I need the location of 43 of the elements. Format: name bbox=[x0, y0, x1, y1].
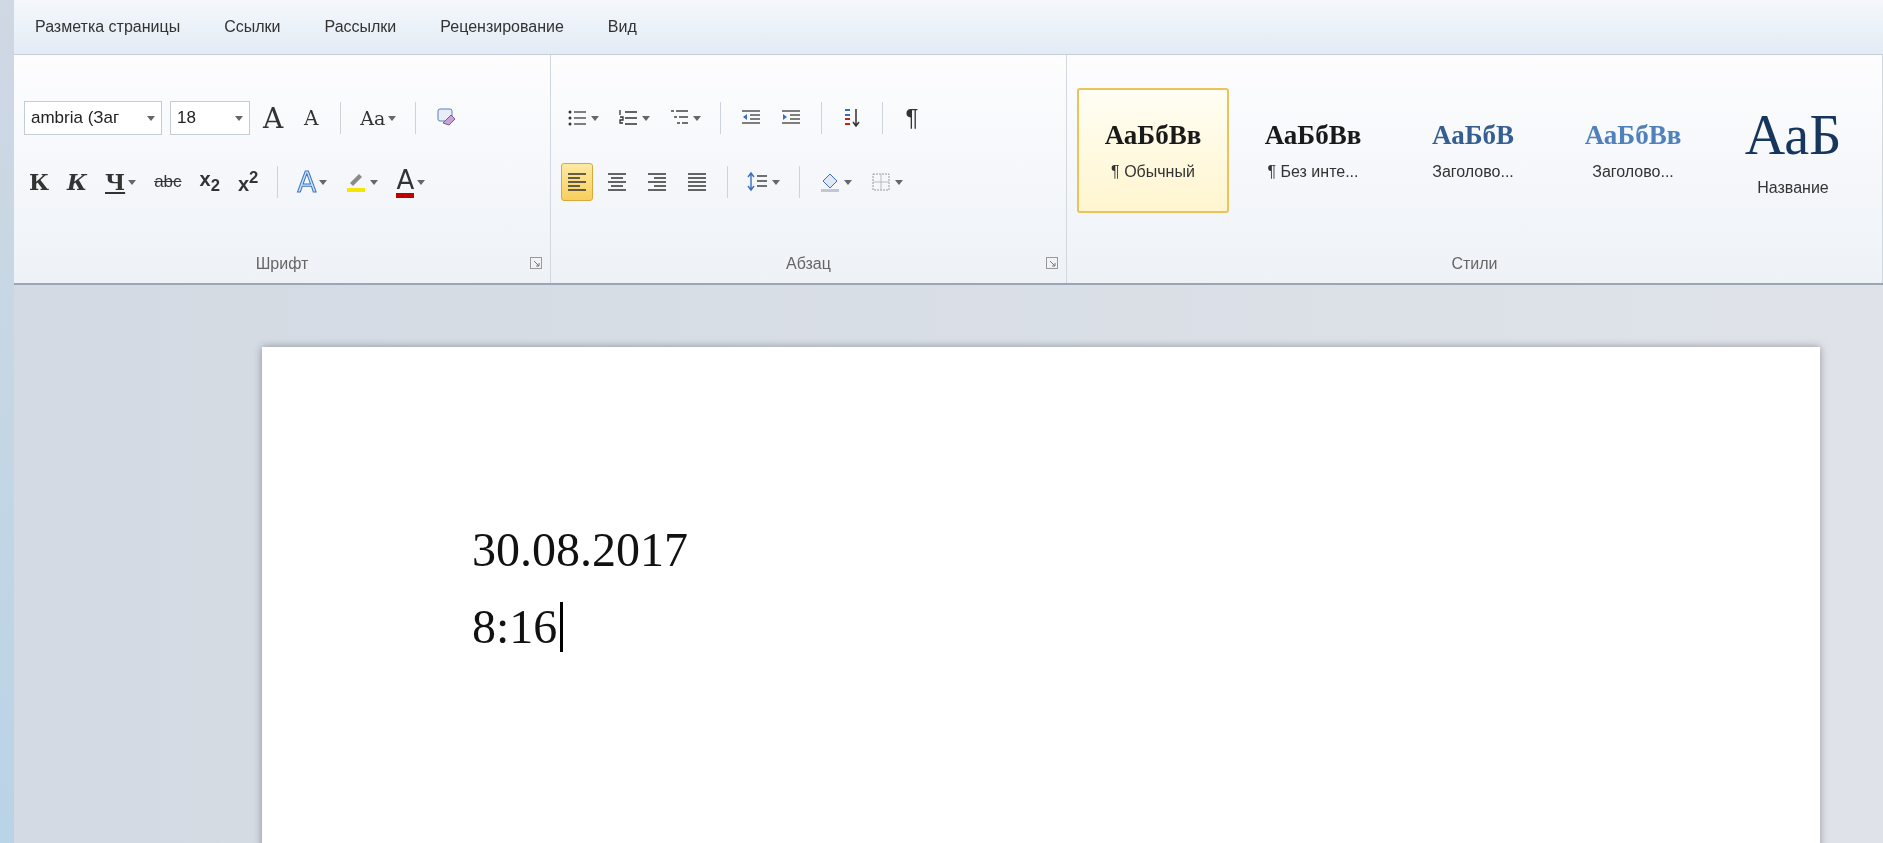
text-cursor bbox=[560, 601, 564, 652]
grow-button[interactable]: A bbox=[258, 99, 289, 137]
style-gallery-item[interactable]: АаБбВ Заголово... bbox=[1397, 87, 1549, 213]
font-color-button[interactable]: A bbox=[391, 163, 431, 201]
eraser-icon bbox=[435, 107, 458, 129]
change-case-button[interactable]: Aa bbox=[355, 99, 402, 137]
underline-button[interactable]: Ч bbox=[100, 163, 142, 201]
superscript-button[interactable]: x$^{2}$ bbox=[232, 163, 264, 201]
line-spacing-icon bbox=[747, 171, 769, 193]
subscript-button[interactable]: x$_{2}$ bbox=[194, 163, 225, 201]
justify-icon bbox=[686, 171, 708, 193]
style-gallery-item[interactable]: АаБ Название bbox=[1717, 87, 1869, 213]
strike-button[interactable]: abc bbox=[149, 163, 187, 201]
caret-icon bbox=[147, 115, 155, 121]
group-label: Стили bbox=[1451, 255, 1498, 273]
ribbon-tab[interactable]: Рецензирование bbox=[429, 11, 597, 43]
align-left-button[interactable] bbox=[561, 163, 593, 201]
caret-icon bbox=[235, 115, 243, 121]
ribbon-tab[interactable]: Ссылки bbox=[213, 11, 314, 43]
style-gallery-item[interactable]: АаБбВв Заголово... bbox=[1557, 87, 1709, 213]
italic-button[interactable]: К bbox=[62, 163, 93, 201]
style-gallery-item[interactable]: АаБбВв ¶ Без инте... bbox=[1237, 87, 1389, 213]
dialog-launcher-icon[interactable] bbox=[530, 257, 542, 269]
document-text-line: 8:16 bbox=[472, 599, 558, 654]
group-label: Абзац bbox=[786, 255, 831, 273]
document-text-line: 30.08.2017 bbox=[472, 522, 688, 577]
paint-bucket-icon bbox=[819, 171, 841, 193]
dialog-launcher-icon[interactable] bbox=[1046, 257, 1058, 269]
bold-button[interactable]: К bbox=[24, 163, 54, 201]
align-center-icon bbox=[606, 171, 628, 193]
ribbon-tab[interactable]: Рассылки bbox=[313, 11, 430, 43]
font-name-field[interactable]: ambria (Заг bbox=[24, 101, 162, 135]
highlighter-icon bbox=[345, 171, 368, 193]
font-size-field[interactable]: 18 bbox=[170, 101, 250, 135]
align-right-icon bbox=[646, 171, 668, 193]
group-label: Шрифт bbox=[255, 255, 309, 273]
borders-icon bbox=[870, 171, 892, 193]
align-left-icon bbox=[566, 171, 588, 193]
pilcrow-button[interactable]: ¶ bbox=[897, 99, 927, 137]
ribbon-tab[interactable]: Разметка страницы bbox=[24, 11, 214, 43]
shrink-button[interactable]: A bbox=[296, 99, 327, 137]
style-gallery-item[interactable]: АаБбВв ¶ Обычный bbox=[1077, 87, 1229, 213]
ribbon-tab[interactable]: Вид bbox=[596, 11, 670, 43]
